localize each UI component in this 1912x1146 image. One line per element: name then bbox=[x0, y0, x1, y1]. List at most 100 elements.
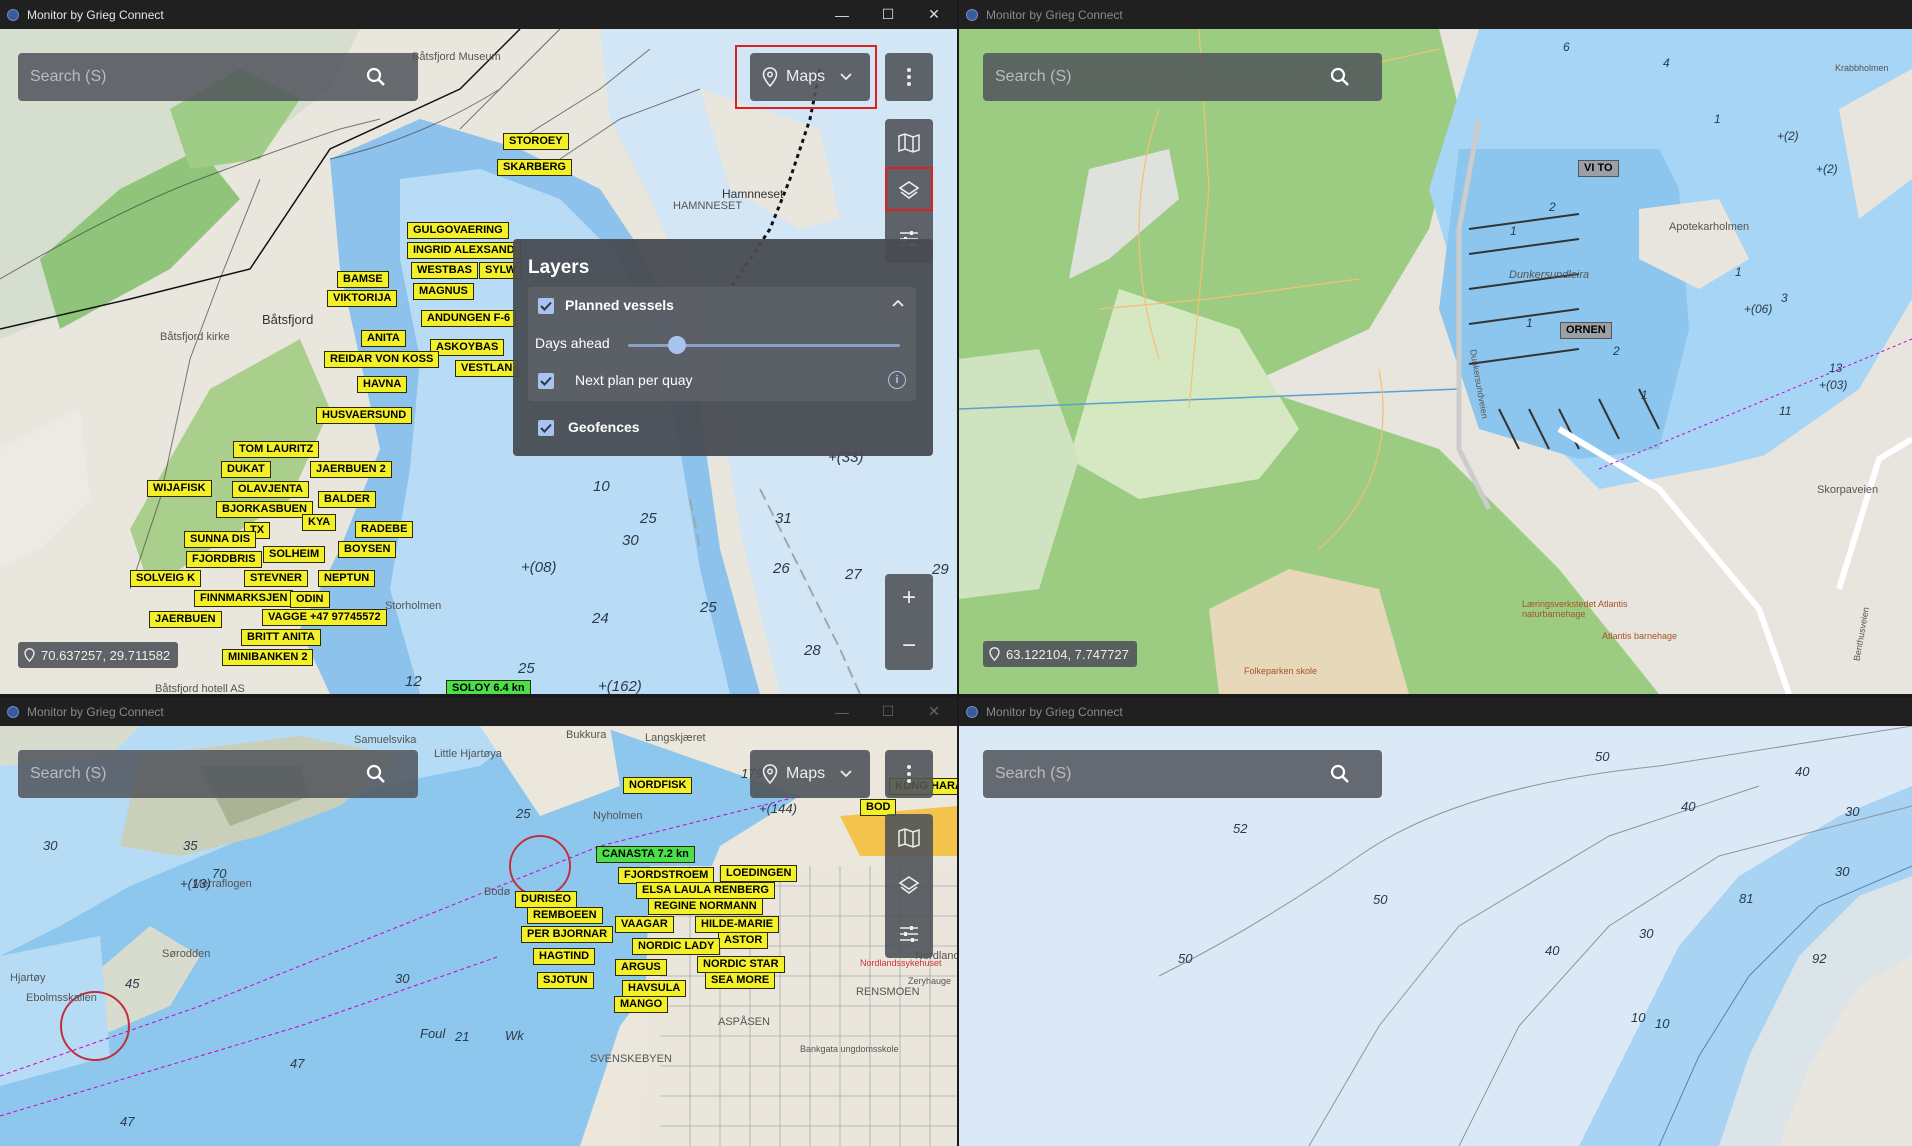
vessel-label[interactable]: DUKAT bbox=[221, 461, 271, 478]
more-menu-button[interactable] bbox=[885, 53, 933, 101]
next-plan-checkbox[interactable] bbox=[538, 373, 554, 389]
moving-vessel-label[interactable]: CANASTA 7.2 kn bbox=[596, 846, 695, 863]
vessel-label[interactable]: MINIBANKEN 2 bbox=[222, 649, 314, 666]
vessel-label[interactable]: HAVNA bbox=[357, 376, 408, 393]
vessel-label[interactable]: INGRID ALEXSAND bbox=[407, 242, 521, 259]
search-input[interactable]: Search (S) bbox=[30, 68, 364, 86]
vessel-label[interactable]: WIJAFISK bbox=[147, 480, 212, 497]
vessel-label[interactable]: VAAGAR bbox=[615, 916, 674, 933]
layers-button[interactable] bbox=[885, 862, 933, 910]
vessel-label[interactable]: STOROEY bbox=[503, 133, 569, 150]
map-view[interactable]: 50 52 40 40 30 50 50 40 30 81 92 30 10 1… bbox=[959, 726, 1912, 1146]
titlebar[interactable]: Monitor by Grieg Connect bbox=[959, 697, 1912, 726]
vessel-label[interactable]: BAMSE bbox=[337, 271, 389, 288]
vessel-label[interactable]: SEA MORE bbox=[705, 972, 776, 989]
vessel-label[interactable]: ANITA bbox=[361, 330, 406, 347]
moving-vessel-label[interactable]: SOLOY 6.4 kn bbox=[446, 680, 531, 694]
vessel-label[interactable]: ARGUS bbox=[615, 959, 667, 976]
vessel-label[interactable]: JAERBUEN bbox=[149, 611, 222, 628]
map-view[interactable]: VI TO ORNEN Dunkersundleira Apotekarholm… bbox=[959, 29, 1912, 694]
vessel-label[interactable]: NORDIC LADY bbox=[632, 938, 721, 955]
vessel-label[interactable]: GULGOVAERING bbox=[407, 222, 509, 239]
vessel-label[interactable]: ASTOR bbox=[718, 932, 769, 949]
chevron-up-icon[interactable] bbox=[892, 299, 904, 307]
vessel-label[interactable]: HUSVAERSUND bbox=[316, 407, 413, 424]
titlebar[interactable]: Monitor by Grieg Connect bbox=[959, 0, 1912, 29]
vessel-label[interactable]: NORDIC STAR bbox=[697, 956, 785, 973]
vessel-label[interactable]: SOLHEIM bbox=[263, 546, 326, 563]
vessel-label[interactable]: SUNNA DIS bbox=[184, 531, 257, 548]
vessel-label[interactable]: NEPTUN bbox=[318, 570, 376, 587]
search-bar[interactable]: Search (S) bbox=[983, 750, 1382, 798]
berth-label[interactable]: ORNEN bbox=[1560, 322, 1612, 339]
vessel-label[interactable]: SOLVEIG K bbox=[130, 570, 202, 587]
vessel-label[interactable]: KYA bbox=[302, 514, 337, 531]
search-icon[interactable] bbox=[364, 762, 388, 786]
vessel-label[interactable]: NORDFISK bbox=[623, 777, 693, 794]
vessel-label[interactable]: OLAVJENTA bbox=[232, 481, 309, 498]
vessel-label[interactable]: BOYSEN bbox=[338, 541, 397, 558]
slider-knob[interactable] bbox=[667, 336, 686, 354]
vessel-label[interactable]: REIDAR VON KOSS bbox=[324, 351, 440, 368]
vessel-label[interactable]: ANDUNGEN F-6 bbox=[421, 310, 517, 327]
zoom-out-button[interactable]: − bbox=[885, 622, 933, 670]
vessel-label[interactable]: REGINE NORMANN bbox=[648, 898, 763, 915]
search-icon[interactable] bbox=[1328, 762, 1352, 786]
vessel-label[interactable]: ELSA LAULA RENBERG bbox=[636, 882, 775, 899]
vessel-label[interactable]: BALDER bbox=[318, 491, 376, 508]
close-button[interactable]: ✕ bbox=[911, 0, 957, 29]
vessel-label[interactable]: FINNMARKSJEN bbox=[194, 590, 294, 607]
search-input[interactable]: Search (S) bbox=[995, 765, 1328, 783]
search-input[interactable]: Search (S) bbox=[995, 68, 1328, 86]
vessel-label[interactable]: FJORDBRIS bbox=[186, 551, 262, 568]
vessel-label[interactable]: SJOTUN bbox=[537, 972, 594, 989]
vessel-label[interactable]: BJORKASBUEN bbox=[216, 501, 313, 518]
info-icon[interactable]: i bbox=[888, 371, 906, 389]
vessel-label[interactable]: TOM LAURITZ bbox=[233, 441, 320, 458]
vessel-label[interactable]: STEVNER bbox=[244, 570, 308, 587]
search-icon[interactable] bbox=[1328, 65, 1352, 89]
minimize-button[interactable]: — bbox=[819, 0, 865, 29]
titlebar[interactable]: Monitor by Grieg Connect — ☐ ✕ bbox=[0, 0, 957, 29]
berth-label[interactable]: VI TO bbox=[1578, 160, 1619, 177]
geofences-checkbox[interactable] bbox=[538, 420, 554, 436]
search-icon[interactable] bbox=[364, 65, 388, 89]
more-menu-button[interactable] bbox=[885, 750, 933, 798]
map-style-button[interactable] bbox=[885, 119, 933, 167]
vessel-label[interactable]: REMBOEEN bbox=[527, 907, 603, 924]
vessel-label[interactable]: HAVSULA bbox=[622, 980, 687, 997]
planned-vessels-checkbox[interactable] bbox=[538, 298, 554, 314]
maximize-button[interactable]: ☐ bbox=[865, 0, 911, 29]
vessel-label[interactable]: BRITT ANITA bbox=[241, 629, 321, 646]
map-view[interactable]: Båtsfjord Museum Båtsfjord Båtsfjord kir… bbox=[0, 29, 957, 694]
search-bar[interactable]: Search (S) bbox=[983, 53, 1382, 101]
vessel-label[interactable]: VIKTORIJA bbox=[327, 290, 398, 307]
vessel-label[interactable]: LOEDINGEN bbox=[720, 865, 798, 882]
vessel-label[interactable]: VESTLAN bbox=[455, 360, 519, 377]
vessel-label[interactable]: MANGO bbox=[614, 996, 669, 1013]
titlebar[interactable]: Monitor by Grieg Connect — ☐ ✕ bbox=[0, 697, 957, 726]
vessel-label[interactable]: WESTBAS bbox=[411, 262, 478, 279]
vessel-label[interactable]: PER BJORNAR bbox=[521, 926, 614, 943]
search-bar[interactable]: Search (S) bbox=[18, 53, 418, 101]
vessel-label[interactable]: SKARBERG bbox=[497, 159, 572, 176]
vessel-label[interactable]: HILDE-MARIE bbox=[695, 916, 780, 933]
search-bar[interactable]: Search (S) bbox=[18, 750, 418, 798]
vessel-label[interactable]: HAGTIND bbox=[533, 948, 596, 965]
vessel-label[interactable]: MAGNUS bbox=[413, 283, 474, 300]
map-view[interactable]: Samuelsvika Little Hjartøya Langskjæret … bbox=[0, 726, 957, 1146]
vessel-label[interactable]: JAERBUEN 2 bbox=[310, 461, 392, 478]
maximize-button[interactable]: ☐ bbox=[865, 697, 911, 726]
minimize-button[interactable]: — bbox=[819, 697, 865, 726]
vessel-label[interactable]: ODIN bbox=[290, 591, 330, 608]
maps-dropdown[interactable]: Maps bbox=[750, 750, 870, 798]
close-button[interactable]: ✕ bbox=[911, 697, 957, 726]
vessel-label[interactable]: VAGGE +47 97745572 bbox=[262, 609, 387, 626]
vessel-label[interactable]: ASKOYBAS bbox=[430, 339, 505, 356]
vessel-label[interactable]: RADEBE bbox=[355, 521, 414, 538]
vessel-label[interactable]: DURISEO bbox=[515, 891, 578, 908]
map-style-button[interactable] bbox=[885, 814, 933, 862]
search-input[interactable]: Search (S) bbox=[30, 765, 364, 783]
zoom-in-button[interactable]: + bbox=[885, 574, 933, 622]
filter-settings-button[interactable] bbox=[885, 910, 933, 958]
